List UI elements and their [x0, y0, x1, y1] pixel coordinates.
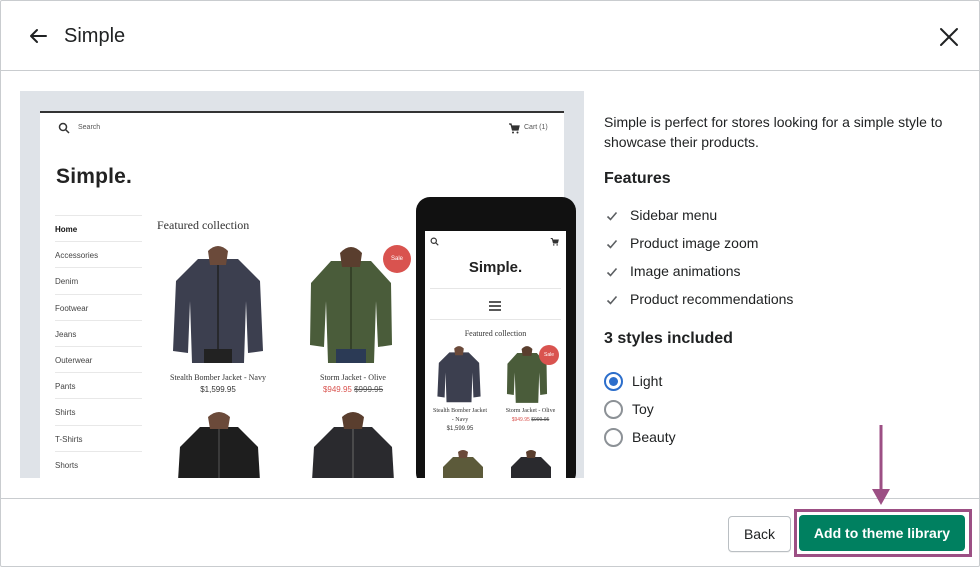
nav-item: T-Shirts: [55, 424, 142, 451]
checkmark-icon: [606, 267, 618, 277]
phone-logo: Simple.: [468, 259, 523, 276]
radio-label: Light: [632, 373, 663, 389]
sale-price: $949.95: [322, 385, 352, 394]
desktop-topbar: Search Cart (1): [40, 113, 564, 143]
navy-jacket-image: [173, 246, 263, 363]
sale-badge: Sale: [383, 245, 411, 273]
product-price: $1,599.95: [446, 426, 474, 432]
back-button[interactable]: Back: [728, 516, 791, 552]
feature-label: Product recommendations: [630, 291, 794, 307]
phone-screen: Simple. Featured collection Sale Stealth…: [425, 231, 566, 478]
product-price: $949.95 $999.95: [495, 416, 566, 425]
nav-item: Outerwear: [55, 345, 142, 372]
product-name: - Navy: [451, 417, 469, 423]
desktop-search-label: Search: [78, 124, 101, 131]
checkmark-icon: [606, 239, 618, 249]
desktop-logo: Simple.: [56, 165, 133, 188]
nav-item: Denim: [55, 267, 142, 293]
product-name: Stealth Bomber Jacket: [433, 408, 487, 414]
checkmark-icon: [606, 211, 618, 221]
product-name: Storm Jacket - Olive: [320, 373, 386, 382]
black-jacket-image: [511, 450, 551, 478]
product-price: $1,599.95: [200, 385, 236, 394]
radio-button[interactable]: [604, 428, 623, 447]
olive-shirt-image: [443, 450, 483, 478]
theme-preview-image: Search Cart (1) Simple. Home Accessories…: [20, 91, 584, 478]
search-icon: [58, 122, 70, 134]
nav-item: Shorts: [55, 450, 142, 477]
radio-button[interactable]: [604, 372, 623, 391]
old-price: $999.95: [354, 385, 384, 394]
nav-item: Shirts: [55, 398, 142, 424]
nav-item: Footwear: [55, 293, 142, 320]
phone-product-card: Stealth Bomber Jacket - Navy $1,599.95: [425, 407, 495, 434]
nav-item: Accessories: [55, 241, 142, 267]
desktop-cart-label: Cart (1): [524, 124, 548, 131]
modal-title: Simple: [64, 25, 126, 47]
theme-preview-modal: Simple Search Cart (1) Simple. Home Acce…: [0, 0, 980, 567]
divider: [430, 288, 561, 289]
nav-item: Jeans: [55, 319, 142, 346]
product-card: Storm Jacket - Olive $949.95 $999.95: [293, 370, 413, 394]
back-arrow-icon[interactable]: [25, 23, 51, 49]
old-price: $999.95: [531, 417, 550, 423]
checkmark-icon: [606, 295, 618, 305]
radio-label: Beauty: [632, 429, 676, 445]
theme-description: Simple is perfect for stores looking for…: [604, 114, 943, 150]
cart-icon: [550, 238, 559, 246]
nav-item: Pants: [55, 372, 142, 398]
black-jacket-image: [312, 412, 394, 478]
product-card: Stealth Bomber Jacket - Navy $1,599.95: [158, 370, 278, 394]
product-name: Stealth Bomber Jacket - Navy: [170, 373, 266, 382]
product-price: $949.95 $999.95: [293, 385, 413, 394]
nav-item: Home: [55, 215, 142, 241]
feature-label: Sidebar menu: [630, 207, 718, 223]
desktop-featured-title: Featured collection: [157, 218, 250, 232]
phone-featured-title: Featured collection: [464, 329, 527, 338]
radio-label: Toy: [632, 401, 654, 417]
desktop-sidebar-nav: Home Accessories Denim Footwear Jeans Ou…: [55, 215, 142, 477]
leather-jacket-image: [178, 412, 260, 478]
feature-label: Product image zoom: [630, 235, 759, 251]
phone-product-card: Storm Jacket - Olive $949.95 $999.95: [495, 407, 566, 425]
close-icon[interactable]: [935, 23, 963, 51]
divider: [430, 319, 561, 320]
styles-heading: 3 styles included: [604, 330, 733, 347]
add-to-theme-library-button[interactable]: Add to theme library: [799, 515, 965, 551]
annotation-arrow-icon: [872, 425, 890, 505]
hamburger-menu-icon: [489, 301, 501, 311]
search-icon: [430, 237, 439, 246]
feature-label: Image animations: [630, 263, 741, 279]
features-heading: Features: [604, 170, 671, 187]
modal-header: Simple: [1, 1, 979, 71]
navy-jacket-image: [437, 346, 481, 403]
cart-icon: [509, 123, 520, 134]
radio-button[interactable]: [604, 400, 623, 419]
sale-badge: Sale: [539, 345, 559, 365]
sale-price: $949.95: [511, 417, 530, 423]
phone-preview: Simple. Featured collection Sale Stealth…: [416, 197, 576, 478]
product-name: Storm Jacket - Olive: [505, 408, 556, 414]
